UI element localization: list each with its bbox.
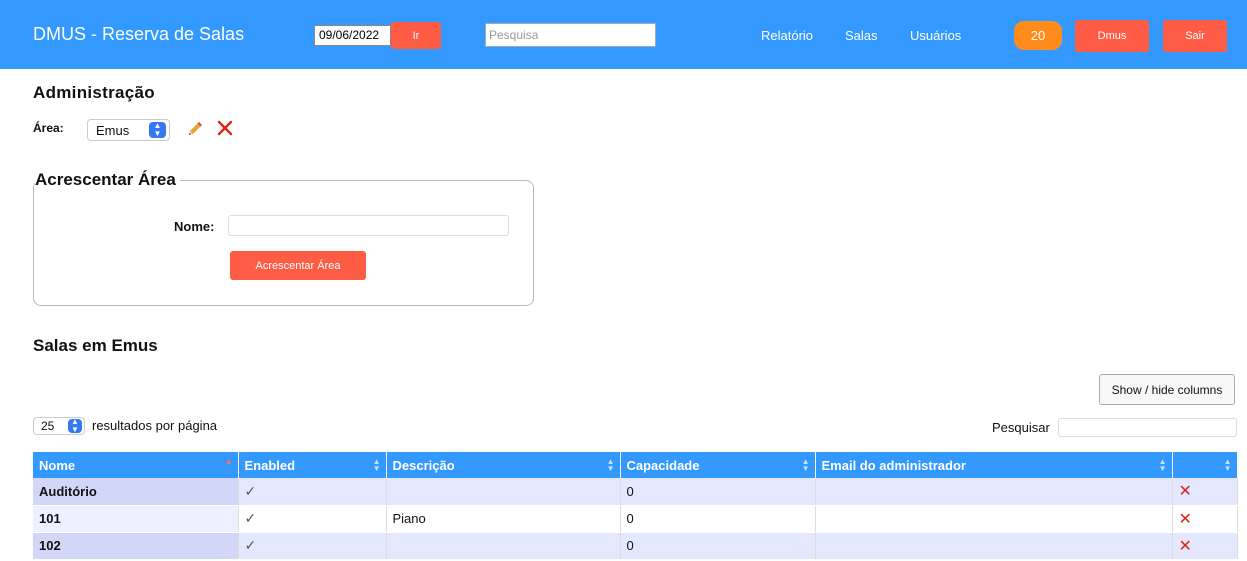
column-header-label: Descrição: [392, 457, 455, 473]
rooms-section-title: Salas em Emus: [33, 336, 158, 355]
column-header-label: Nome: [39, 457, 76, 473]
table-header-row: Nome ▲ Enabled ▲ ▼ Descrição ▲ ▼ Capacidade ▲ ▼…: [33, 452, 1238, 478]
cell-enabled: ✓: [238, 478, 387, 506]
sort-icon: ▲ ▼: [606, 457, 615, 473]
top-navbar: DMUS - Reserva de Salas 09/06/2022 Ir Pe…: [0, 0, 1247, 69]
delete-x-icon[interactable]: [217, 120, 233, 136]
pencil-icon[interactable]: [186, 120, 204, 138]
area-select[interactable]: Emus ▲ ▼: [87, 119, 170, 141]
nav-link-usuarios[interactable]: Usuários: [910, 28, 961, 43]
column-header-email[interactable]: Email do administrador ▲ ▼: [815, 452, 1173, 478]
column-header-label: Capacidade: [626, 457, 700, 473]
column-header-enabled[interactable]: Enabled ▲ ▼: [238, 452, 387, 478]
rooms-table: Nome ▲ Enabled ▲ ▼ Descrição ▲ ▼ Capacidade ▲ ▼…: [33, 452, 1238, 560]
app-title[interactable]: DMUS - Reserva de Salas: [33, 24, 244, 45]
cell-capacidade: 0: [620, 505, 816, 533]
notification-badge[interactable]: 20: [1014, 21, 1062, 50]
delete-x-icon[interactable]: ✕: [1179, 511, 1192, 528]
table-row[interactable]: Auditório ✓ 0 ✕: [33, 478, 1238, 506]
column-header-nome[interactable]: Nome ▲: [33, 452, 239, 478]
column-header-actions[interactable]: ▲ ▼: [1172, 452, 1238, 478]
area-select-value: Emus: [96, 122, 130, 138]
table-search-input[interactable]: [1058, 418, 1237, 437]
nav-link-relatorio[interactable]: Relatório: [761, 28, 813, 43]
column-header-label: Email do administrador: [821, 457, 966, 473]
cell-descricao: Piano: [386, 505, 621, 533]
cell-capacidade: 0: [620, 478, 816, 506]
table-search-label: Pesquisar: [992, 420, 1050, 435]
page-length-select[interactable]: 25 ▲ ▼: [33, 417, 85, 435]
select-arrows-icon: ▲ ▼: [149, 122, 166, 138]
sort-icon: ▲: [224, 457, 233, 466]
table-row[interactable]: 102 ✓ 0 ✕: [33, 532, 1238, 560]
cell-actions: ✕: [1172, 478, 1238, 506]
cell-nome[interactable]: 102: [33, 532, 239, 560]
page-length-value: 25: [41, 419, 55, 433]
add-area-fieldset: [33, 180, 534, 306]
cell-nome[interactable]: Auditório: [33, 478, 239, 506]
table-row[interactable]: 101 ✓ Piano 0 ✕: [33, 505, 1238, 533]
search-input[interactable]: Pesquisa: [485, 23, 656, 47]
cell-enabled: ✓: [238, 532, 387, 560]
column-header-capacidade[interactable]: Capacidade ▲ ▼: [620, 452, 816, 478]
sort-icon: ▲ ▼: [1158, 457, 1167, 473]
select-arrows-icon: ▲ ▼: [68, 418, 82, 434]
logout-button[interactable]: Sair: [1163, 20, 1227, 52]
cell-enabled: ✓: [238, 505, 387, 533]
cell-nome[interactable]: 101: [33, 505, 239, 533]
cell-email: [815, 532, 1173, 560]
cell-actions: ✕: [1172, 505, 1238, 533]
nav-link-salas[interactable]: Salas: [845, 28, 878, 43]
cell-descricao: [386, 478, 621, 506]
date-field[interactable]: 09/06/2022: [314, 25, 391, 46]
add-area-button[interactable]: Acrescentar Área: [230, 251, 366, 280]
name-label: Nome:: [174, 219, 215, 234]
cell-descricao: [386, 532, 621, 560]
cell-email: [815, 505, 1173, 533]
add-area-legend: Acrescentar Área: [35, 170, 180, 190]
delete-x-icon[interactable]: ✕: [1179, 483, 1192, 500]
column-header-label: Enabled: [244, 457, 296, 473]
area-name-input[interactable]: [228, 215, 509, 236]
cell-email: [815, 478, 1173, 506]
area-label: Área:: [33, 121, 64, 135]
sort-icon: ▲ ▼: [1223, 457, 1232, 473]
user-button[interactable]: Dmus: [1075, 20, 1149, 52]
page-length-label: resultados por página: [92, 418, 218, 433]
go-button[interactable]: Ir: [391, 22, 441, 49]
page-title: Administração: [33, 83, 155, 102]
cell-capacidade: 0: [620, 532, 816, 560]
sort-icon: ▲ ▼: [801, 457, 810, 473]
delete-x-icon[interactable]: ✕: [1179, 538, 1192, 555]
show-hide-columns-button[interactable]: Show / hide columns: [1099, 374, 1235, 405]
column-header-descricao[interactable]: Descrição ▲ ▼: [386, 452, 621, 478]
cell-actions: ✕: [1172, 532, 1238, 560]
sort-icon: ▲ ▼: [372, 457, 381, 473]
